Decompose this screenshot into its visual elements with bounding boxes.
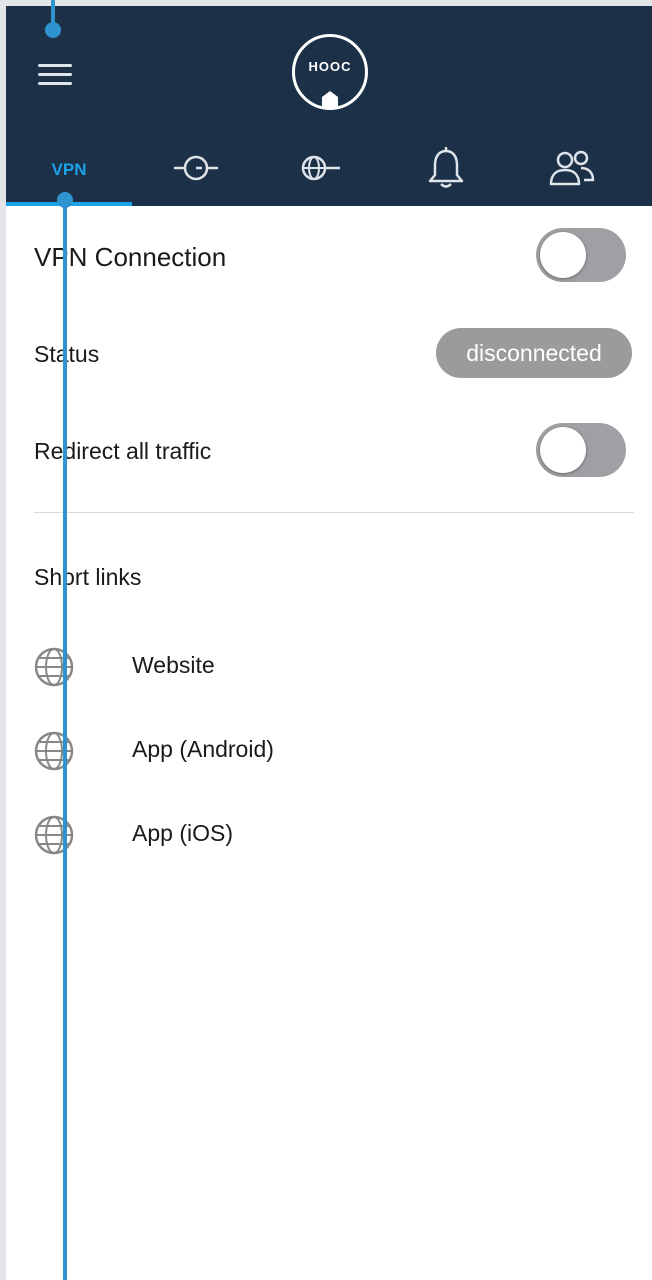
app-header: HOOC VPN: [6, 6, 652, 206]
bell-icon[interactable]: [426, 146, 466, 190]
vpn-connection-toggle[interactable]: [536, 228, 626, 282]
tab-vpn-label: VPN: [51, 160, 87, 179]
hamburger-menu-icon[interactable]: [38, 64, 72, 88]
short-link-app-ios[interactable]: App (iOS): [6, 800, 652, 870]
toggle-knob: [540, 232, 586, 278]
annotation-line: [63, 200, 67, 1280]
annotation-dot-menu: [45, 22, 61, 38]
toggle-knob: [540, 427, 586, 473]
status-badge: disconnected: [436, 328, 632, 378]
redirect-traffic-label: Redirect all traffic: [34, 438, 212, 464]
short-links-heading: Short links: [34, 564, 142, 590]
annotation-dot-tab: [57, 192, 73, 208]
short-link-label: App (Android): [132, 736, 274, 762]
house-icon: [322, 91, 338, 107]
tunnel-icon[interactable]: [172, 150, 220, 186]
redirect-traffic-toggle[interactable]: [536, 423, 626, 477]
divider: [34, 512, 634, 513]
logo-text: HOOC: [308, 59, 352, 74]
globe-icon: [34, 647, 74, 687]
globe-arrow-icon[interactable]: [296, 150, 344, 186]
hooc-logo: HOOC: [292, 34, 368, 110]
globe-icon: [34, 731, 74, 771]
app-window: HOOC VPN VPN Connection disconnected Red…: [6, 6, 652, 1280]
short-link-app-android[interactable]: App (Android): [6, 716, 652, 786]
short-link-label: App (iOS): [132, 820, 233, 846]
short-link-label: Website: [132, 652, 215, 678]
short-link-website[interactable]: Website: [6, 632, 652, 702]
globe-icon: [34, 815, 74, 855]
users-icon[interactable]: [548, 148, 596, 188]
